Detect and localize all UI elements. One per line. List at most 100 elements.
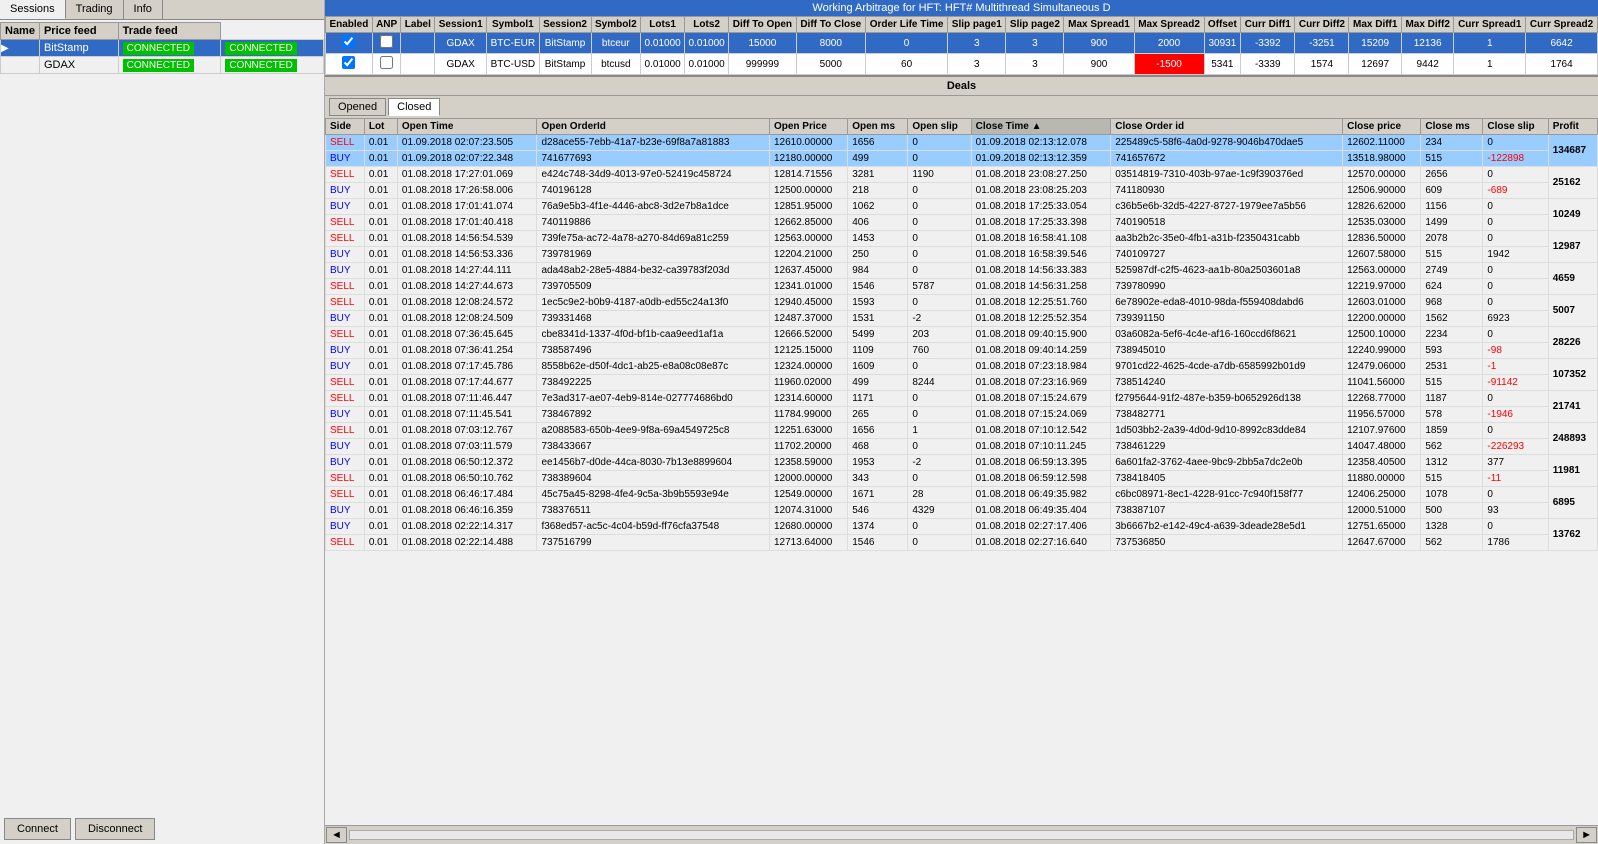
deal-open-orderid: f368ed57-ac5c-4c04-b59d-ff76cfa37548 xyxy=(537,519,770,535)
arb-anp-cell[interactable] xyxy=(372,33,401,54)
arb-cell-slip_page1: 3 xyxy=(948,54,1006,75)
deals-row-2[interactable]: BUY0.0101.08.2018 07:11:45.5417384678921… xyxy=(326,407,1598,423)
deals-row-2[interactable]: BUY0.0101.09.2018 02:07:22.3487416776931… xyxy=(326,151,1598,167)
deal-open-price: 12549.00000 xyxy=(769,487,847,503)
deal-open-time: 01.08.2018 14:27:44.111 xyxy=(397,263,537,279)
deals-col-header[interactable]: Close Order id xyxy=(1111,119,1343,135)
scroll-track[interactable] xyxy=(349,830,1574,840)
deals-table-wrapper[interactable]: SideLotOpen TimeOpen OrderIdOpen PriceOp… xyxy=(325,118,1598,825)
deals-col-header[interactable]: Open ms xyxy=(848,119,908,135)
deals-row[interactable]: SELL0.0101.08.2018 17:27:01.069e424c748-… xyxy=(326,167,1598,183)
deal-open-time: 01.08.2018 06:50:12.372 xyxy=(397,455,537,471)
horizontal-scrollbar[interactable]: ◄ ► xyxy=(325,825,1598,844)
deals-row[interactable]: BUY0.0101.08.2018 06:50:12.372ee1456b7-d… xyxy=(326,455,1598,471)
deals-row-2[interactable]: SELL0.0101.08.2018 07:17:44.677738492225… xyxy=(326,375,1598,391)
deal-close-orderid: f2795644-91f2-487e-b359-b0652926d138 xyxy=(1111,391,1343,407)
deals-row-2[interactable]: SELL0.0101.08.2018 06:50:10.762738389604… xyxy=(326,471,1598,487)
deals-row[interactable]: SELL0.0101.09.2018 02:07:23.505d28ace55-… xyxy=(326,135,1598,151)
deals-col-header[interactable]: Open OrderId xyxy=(537,119,770,135)
deal-open-ms-2: 218 xyxy=(848,183,908,199)
deals-tab-closed[interactable]: Closed xyxy=(388,98,440,116)
deals-col-header[interactable]: Open Price xyxy=(769,119,847,135)
deal-side-2: BUY xyxy=(326,247,365,263)
deals-col-header[interactable]: Close price xyxy=(1343,119,1421,135)
arb-cell-session2: BitStamp xyxy=(539,33,591,54)
deals-row[interactable]: SELL0.0101.08.2018 07:36:45.645cbe8341d-… xyxy=(326,327,1598,343)
tab-sessions[interactable]: Sessions xyxy=(0,0,66,19)
deals-row-2[interactable]: BUY0.0101.08.2018 07:36:41.2547385874961… xyxy=(326,343,1598,359)
deals-row[interactable]: SELL0.0101.08.2018 06:46:17.48445c75a45-… xyxy=(326,487,1598,503)
deal-close-price: 12563.00000 xyxy=(1343,263,1421,279)
arb-enabled-cell[interactable] xyxy=(326,33,373,54)
deal-open-time-2: 01.08.2018 06:50:10.762 xyxy=(397,471,537,487)
deal-close-slip-2: 0 xyxy=(1483,215,1548,231)
deal-open-orderid: 1ec5c9e2-b0b9-4187-a0db-ed55c24a13f0 xyxy=(537,295,770,311)
deal-lot: 0.01 xyxy=(364,359,397,375)
deals-col-header[interactable]: Close ms xyxy=(1421,119,1483,135)
deal-close-orderid: 525987df-c2f5-4623-aa1b-80a2503601a8 xyxy=(1111,263,1343,279)
tab-info[interactable]: Info xyxy=(124,0,163,19)
arb-row[interactable]: GDAXBTC-USDBitStampbtcusd0.010000.010009… xyxy=(326,54,1598,75)
arb-cell-curr_spread2: 6642 xyxy=(1526,33,1598,54)
arb-col-header: Curr Diff1 xyxy=(1241,17,1295,33)
arb-row[interactable]: GDAXBTC-EURBitStampbtceur0.010000.010001… xyxy=(326,33,1598,54)
arb-cell-max_spread1: 900 xyxy=(1064,33,1134,54)
deals-col-header[interactable]: Open slip xyxy=(908,119,971,135)
arb-col-header: Curr Spread2 xyxy=(1526,17,1598,33)
deal-open-orderid: d28ace55-7ebb-41a7-b23e-69f8a7a81883 xyxy=(537,135,770,151)
connect-button[interactable]: Connect xyxy=(4,818,71,840)
enabled-checkbox[interactable] xyxy=(342,56,355,69)
deal-close-price: 12570.00000 xyxy=(1343,167,1421,183)
deals-col-header[interactable]: Lot xyxy=(364,119,397,135)
deals-row-2[interactable]: BUY0.0101.08.2018 14:56:53.3367397819691… xyxy=(326,247,1598,263)
deals-col-header[interactable]: Close Time ▲ xyxy=(971,119,1111,135)
deals-col-header[interactable]: Open Time xyxy=(397,119,537,135)
deals-row-2[interactable]: SELL0.0101.08.2018 14:27:44.673739705509… xyxy=(326,279,1598,295)
deal-close-ms-2: 1562 xyxy=(1421,311,1483,327)
deal-close-time: 01.08.2018 17:25:33.054 xyxy=(971,199,1111,215)
deals-row[interactable]: SELL0.0101.08.2018 12:08:24.5721ec5c9e2-… xyxy=(326,295,1598,311)
deal-open-orderid-2: 739331468 xyxy=(537,311,770,327)
deals-row-2[interactable]: BUY0.0101.08.2018 12:08:24.5097393314681… xyxy=(326,311,1598,327)
deal-close-slip: 0 xyxy=(1483,135,1548,151)
deal-side-2: SELL xyxy=(326,535,365,551)
deals-row[interactable]: SELL0.0101.08.2018 14:56:54.539739fe75a-… xyxy=(326,231,1598,247)
deal-close-ms: 1859 xyxy=(1421,423,1483,439)
deal-open-price: 12666.52000 xyxy=(769,327,847,343)
enabled-checkbox[interactable] xyxy=(342,35,355,48)
deals-row[interactable]: BUY0.0101.08.2018 14:27:44.111ada48ab2-2… xyxy=(326,263,1598,279)
tab-trading[interactable]: Trading xyxy=(66,0,124,19)
deals-row[interactable]: BUY0.0101.08.2018 07:17:45.7868558b62e-d… xyxy=(326,359,1598,375)
deal-close-slip: 0 xyxy=(1483,327,1548,343)
deal-close-slip-2: 1942 xyxy=(1483,247,1548,263)
deal-open-ms: 1593 xyxy=(848,295,908,311)
arb-cell-session1: GDAX xyxy=(435,33,487,54)
disconnect-button[interactable]: Disconnect xyxy=(75,818,155,840)
deals-col-header[interactable]: Profit xyxy=(1548,119,1597,135)
deal-close-price-2: 12200.00000 xyxy=(1343,311,1421,327)
deals-row-2[interactable]: SELL0.0101.08.2018 02:22:14.488737516799… xyxy=(326,535,1598,551)
scroll-right[interactable]: ► xyxy=(1576,827,1597,843)
deals-row[interactable]: BUY0.0101.08.2018 02:22:14.317f368ed57-a… xyxy=(326,519,1598,535)
deal-open-orderid: ada48ab2-28e5-4884-be32-ca39783f203d xyxy=(537,263,770,279)
deals-row-2[interactable]: BUY0.0101.08.2018 06:46:16.3597383765111… xyxy=(326,503,1598,519)
deals-row-2[interactable]: BUY0.0101.08.2018 07:03:11.5797384336671… xyxy=(326,439,1598,455)
deals-tab-opened[interactable]: Opened xyxy=(329,98,386,116)
anp-checkbox[interactable] xyxy=(380,35,393,48)
deals-row[interactable]: SELL0.0101.08.2018 07:11:46.4477e3ad317-… xyxy=(326,391,1598,407)
arb-enabled-cell[interactable] xyxy=(326,54,373,75)
deals-row[interactable]: SELL0.0101.08.2018 07:03:12.767a2088583-… xyxy=(326,423,1598,439)
deal-close-orderid: c36b5e6b-32d5-4227-8727-1979ee7a5b56 xyxy=(1111,199,1343,215)
scroll-left[interactable]: ◄ xyxy=(326,827,347,843)
deals-col-header[interactable]: Close slip xyxy=(1483,119,1548,135)
deal-open-price: 12324.00000 xyxy=(769,359,847,375)
deal-lot-2: 0.01 xyxy=(364,535,397,551)
deal-open-ms: 984 xyxy=(848,263,908,279)
arb-anp-cell[interactable] xyxy=(372,54,401,75)
deals-row[interactable]: BUY0.0101.08.2018 17:01:41.07476a9e5b3-4… xyxy=(326,199,1598,215)
anp-checkbox[interactable] xyxy=(380,56,393,69)
deals-row-2[interactable]: BUY0.0101.08.2018 17:26:58.0067401961281… xyxy=(326,183,1598,199)
deal-close-ms-2: 515 xyxy=(1421,247,1483,263)
deals-row-2[interactable]: SELL0.0101.08.2018 17:01:40.418740119886… xyxy=(326,215,1598,231)
deals-col-header[interactable]: Side xyxy=(326,119,365,135)
